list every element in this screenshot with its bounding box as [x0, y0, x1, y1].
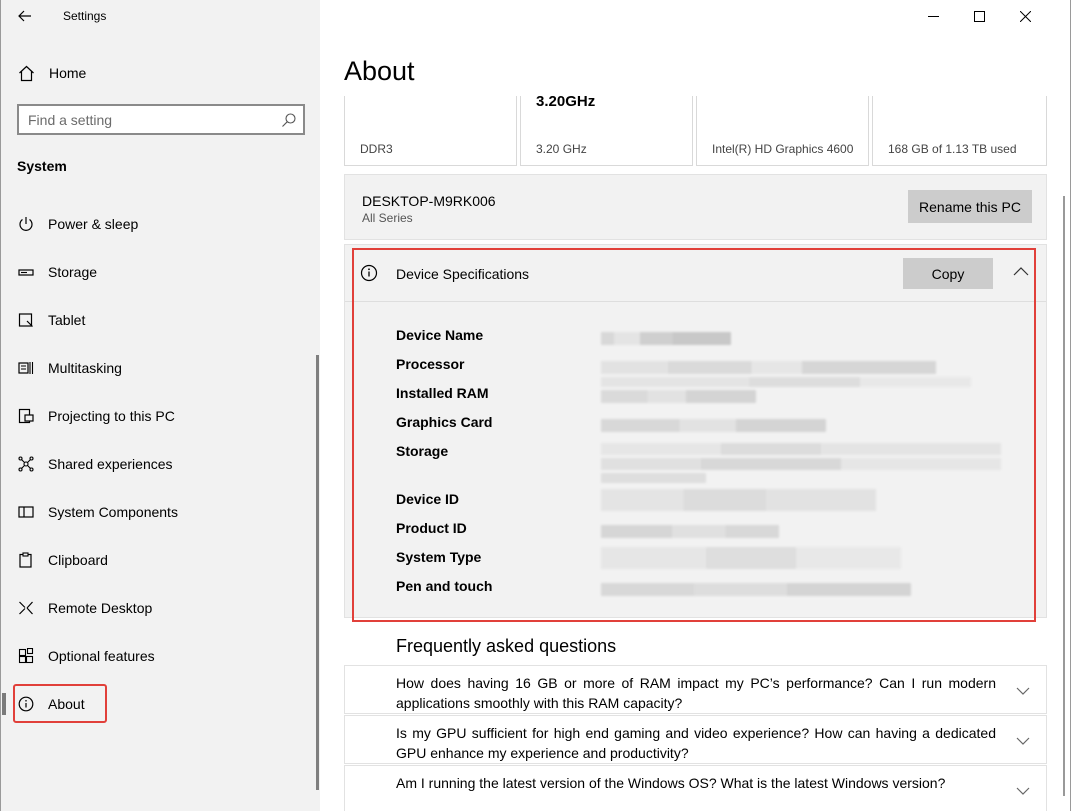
chevron-down-icon[interactable] — [1016, 736, 1030, 746]
spec-card-caption: 3.20 GHz — [536, 142, 587, 156]
sidebar-item-remote-desktop[interactable]: Remote Desktop — [17, 592, 307, 624]
about-highlight-box — [13, 684, 107, 723]
spec-card-ram: DDR3 — [344, 96, 517, 166]
pc-model: All Series — [362, 211, 413, 225]
power-icon — [17, 215, 35, 233]
selected-item-indicator — [2, 693, 6, 715]
app-title: Settings — [63, 9, 107, 23]
shared-icon — [17, 455, 35, 473]
faq-question: How does having 16 GB or more of RAM imp… — [396, 675, 996, 711]
sidebar-item-label: Remote Desktop — [48, 600, 153, 616]
projecting-icon — [17, 407, 35, 425]
sidebar-item-tablet[interactable]: Tablet — [17, 304, 307, 336]
home-icon — [19, 65, 34, 81]
sidebar-item-label: Shared experiences — [48, 456, 173, 472]
main-content: About DDR3 3.20GHz 3.20 GHz Intel(R) HD … — [320, 0, 1071, 811]
pc-name-card: DESKTOP-M9RK006 All Series Rename this P… — [344, 174, 1047, 240]
scroll-content: DDR3 3.20GHz 3.20 GHz Intel(R) HD Graphi… — [344, 96, 1047, 811]
optional-features-icon — [17, 647, 35, 665]
home-label: Home — [49, 65, 87, 81]
search-input[interactable] — [28, 111, 268, 129]
clipboard-icon — [17, 551, 35, 569]
sidebar-item-label: Storage — [48, 264, 98, 280]
faq-question: Am I running the latest version of the W… — [396, 775, 946, 791]
search-box[interactable] — [17, 104, 305, 135]
sidebar-item-optional-features[interactable]: Optional features — [17, 640, 307, 672]
sidebar-item-label: Power & sleep — [48, 216, 139, 232]
home-nav-item[interactable]: Home — [18, 62, 86, 84]
faq-question: Is my GPU sufficient for high end gaming… — [396, 725, 996, 761]
back-button[interactable] — [13, 4, 37, 28]
pc-name: DESKTOP-M9RK006 — [362, 193, 496, 209]
back-arrow-icon — [18, 10, 31, 22]
sidebar-item-label: Tablet — [48, 312, 86, 328]
chevron-down-icon[interactable] — [1016, 786, 1030, 796]
storage-icon — [17, 263, 35, 281]
faq-item[interactable]: Is my GPU sufficient for high end gaming… — [344, 715, 1047, 764]
section-title-system: System — [17, 158, 67, 174]
spec-card-caption: 168 GB of 1.13 TB used — [888, 142, 1017, 156]
sidebar-item-system-components[interactable]: System Components — [17, 496, 307, 528]
spec-card-caption: DDR3 — [360, 142, 393, 156]
remote-desktop-icon — [17, 599, 35, 617]
search-icon[interactable] — [281, 112, 297, 128]
chevron-down-icon[interactable] — [1016, 686, 1030, 696]
faq-item[interactable]: How does having 16 GB or more of RAM imp… — [344, 665, 1047, 714]
spec-cards: DDR3 3.20GHz 3.20 GHz Intel(R) HD Graphi… — [344, 96, 1047, 166]
multitasking-icon — [17, 359, 35, 377]
maximize-button[interactable] — [956, 0, 1002, 32]
sidebar-item-projecting[interactable]: Projecting to this PC — [17, 400, 307, 432]
sidebar-item-label: Multitasking — [48, 360, 122, 376]
sidebar-item-shared-experiences[interactable]: Shared experiences — [17, 448, 307, 480]
close-button[interactable] — [1002, 0, 1048, 32]
sidebar-scrollbar[interactable] — [316, 355, 319, 790]
spec-card-caption: Intel(R) HD Graphics 4600 — [712, 142, 854, 156]
spec-card-cpu: 3.20GHz 3.20 GHz — [520, 96, 693, 166]
sidebar-item-label: Projecting to this PC — [48, 408, 175, 424]
page-title: About — [344, 56, 415, 86]
faq-item[interactable]: Am I running the latest version of the W… — [344, 765, 1047, 811]
spec-card-value: 3.20GHz — [536, 96, 596, 110]
components-icon — [17, 503, 35, 521]
spec-card-gpu: Intel(R) HD Graphics 4600 — [696, 96, 869, 166]
sidebar-item-label: System Components — [48, 504, 178, 520]
sidebar: Settings Home System Power & sleep Stora… — [0, 0, 320, 811]
sidebar-item-label: Clipboard — [48, 552, 108, 568]
maximize-icon — [973, 10, 985, 22]
sidebar-item-multitasking[interactable]: Multitasking — [17, 352, 307, 384]
sidebar-item-storage[interactable]: Storage — [17, 256, 307, 288]
sidebar-item-power-sleep[interactable]: Power & sleep — [17, 208, 307, 240]
minimize-button[interactable] — [910, 0, 956, 32]
tablet-icon — [17, 311, 35, 329]
sidebar-item-label: Optional features — [48, 648, 155, 664]
device-specifications-highlight-box — [352, 248, 1036, 622]
minimize-icon — [927, 15, 939, 17]
main-scrollbar[interactable] — [1063, 196, 1065, 796]
faq-title: Frequently asked questions — [396, 636, 617, 656]
faq-section: Frequently asked questions How does havi… — [344, 620, 1047, 811]
close-icon — [1019, 10, 1031, 22]
sidebar-item-clipboard[interactable]: Clipboard — [17, 544, 307, 576]
rename-pc-button[interactable]: Rename this PC — [908, 190, 1032, 223]
spec-card-storage: 168 GB of 1.13 TB used — [872, 96, 1047, 166]
